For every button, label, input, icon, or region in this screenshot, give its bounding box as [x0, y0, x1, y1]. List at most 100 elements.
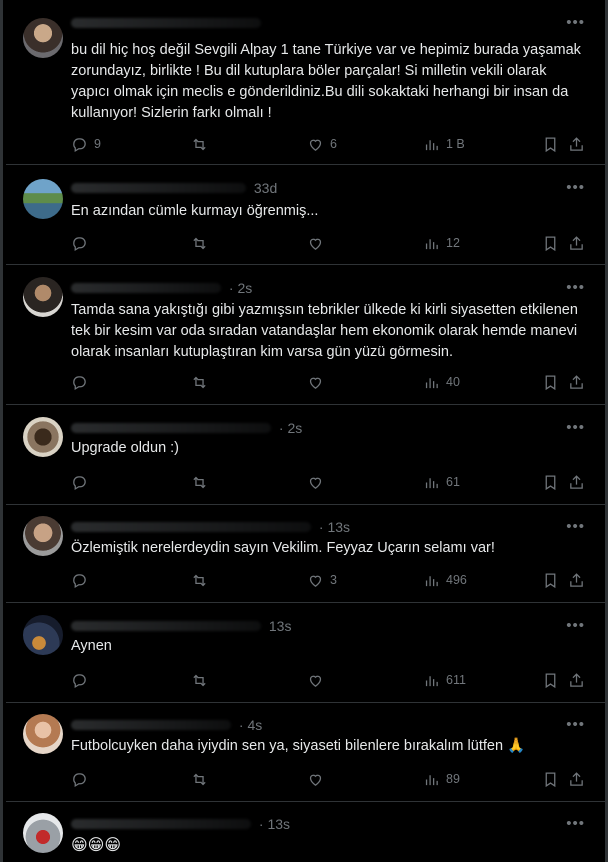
more-options-button[interactable]: •••	[566, 519, 585, 534]
reply-button[interactable]	[71, 670, 94, 690]
views-icon	[425, 774, 438, 785]
bookmark-button[interactable]	[542, 233, 559, 253]
tweet-time[interactable]: 33d	[254, 180, 277, 196]
tweet-time[interactable]: · 2s	[229, 280, 252, 296]
share-button[interactable]	[568, 472, 585, 492]
author-name-redacted	[71, 621, 261, 632]
share-button[interactable]	[568, 769, 585, 789]
reply-button[interactable]	[71, 769, 94, 789]
tweet-text: Tamda sana yakıştığı gibi yazmışsın tebr…	[71, 302, 578, 360]
like-button[interactable]: 6	[307, 134, 337, 154]
tweet-time[interactable]: · 13s	[319, 519, 350, 535]
more-options-button[interactable]: •••	[566, 15, 585, 30]
bookmark-icon	[545, 672, 556, 688]
share-button[interactable]	[568, 134, 585, 154]
more-options-button[interactable]: •••	[566, 816, 585, 831]
more-options-button[interactable]: •••	[566, 618, 585, 633]
bookmark-button[interactable]	[542, 769, 559, 789]
reply-tweet[interactable]: · 4s ••• Futbolcuyken daha iyiydin sen y…	[6, 703, 605, 802]
retweet-button[interactable]	[191, 134, 214, 154]
more-options-button[interactable]: •••	[566, 180, 585, 195]
tweet-text: Futbolcuyken daha iyiydin sen ya, siyase…	[71, 738, 526, 754]
share-icon	[570, 474, 583, 489]
retweet-button[interactable]	[191, 570, 214, 590]
more-options-button[interactable]: •••	[566, 280, 585, 295]
like-button[interactable]	[307, 769, 330, 789]
like-button[interactable]: 3	[307, 570, 337, 590]
tweet-header	[71, 14, 265, 32]
like-button[interactable]	[307, 472, 330, 492]
bookmark-button[interactable]	[542, 570, 559, 590]
share-button[interactable]	[568, 233, 585, 253]
reply-button[interactable]	[71, 472, 94, 492]
retweet-button[interactable]	[191, 670, 214, 690]
avatar[interactable]	[23, 417, 63, 457]
avatar[interactable]	[23, 18, 63, 58]
tweet-text: bu dil hiç hoş değil Sevgili Alpay 1 tan…	[71, 42, 581, 121]
share-button[interactable]	[568, 670, 585, 690]
reply-button[interactable]: 9	[71, 134, 101, 154]
views-icon	[425, 238, 438, 249]
reply-button[interactable]	[71, 233, 94, 253]
avatar[interactable]	[23, 277, 63, 317]
views-button[interactable]: 1 B	[423, 134, 465, 154]
avatar[interactable]	[23, 179, 63, 219]
retweet-icon	[193, 773, 206, 785]
like-button[interactable]	[307, 233, 330, 253]
like-icon	[309, 377, 322, 389]
bookmark-button[interactable]	[542, 472, 559, 492]
bookmark-button[interactable]	[542, 372, 559, 392]
avatar[interactable]	[23, 516, 63, 556]
retweet-button[interactable]	[191, 233, 214, 253]
tweet-time[interactable]: · 4s	[239, 717, 262, 733]
retweet-icon	[193, 237, 206, 249]
like-button[interactable]	[307, 670, 330, 690]
reply-tweet[interactable]: 13s ••• Aynen 611	[6, 603, 605, 703]
like-icon	[309, 774, 322, 786]
reply-tweet[interactable]: · 2s ••• Upgrade oldun :) 61	[6, 405, 605, 505]
views-icon	[425, 139, 438, 150]
views-button[interactable]: 496	[423, 570, 467, 590]
tweet-time[interactable]: 13s	[269, 618, 292, 634]
share-button[interactable]	[568, 570, 585, 590]
reply-tweet[interactable]: 33d ••• En azından cümle kurmayı öğrenmi…	[6, 165, 605, 265]
bookmark-icon	[545, 572, 556, 588]
reply-tweet[interactable]: · 2s ••• Tamda sana yakıştığı gibi yazmı…	[6, 265, 605, 405]
reply-icon	[73, 236, 86, 251]
like-icon	[309, 238, 322, 250]
tweet-actions: 3 496	[71, 570, 585, 590]
views-button[interactable]: 40	[423, 372, 460, 392]
reply-tweet[interactable]: ••• bu dil hiç hoş değil Sevgili Alpay 1…	[6, 0, 605, 165]
avatar[interactable]	[23, 714, 63, 754]
more-options-button[interactable]: •••	[566, 420, 585, 435]
author-name-redacted	[71, 819, 251, 830]
reply-icon	[73, 137, 86, 152]
reply-button[interactable]	[71, 570, 94, 590]
bookmark-icon	[545, 136, 556, 152]
reply-button[interactable]	[71, 372, 94, 392]
more-options-button[interactable]: •••	[566, 717, 585, 732]
reply-tweet[interactable]: · 13s ••• Özlemiştik nerelerdeydin sayın…	[6, 505, 605, 603]
views-button[interactable]: 89	[423, 769, 460, 789]
views-button[interactable]: 611	[423, 670, 466, 690]
tweet-actions: 89	[71, 769, 585, 789]
tweet-header: · 2s	[71, 279, 252, 297]
like-button[interactable]	[307, 372, 330, 392]
tweet-time[interactable]: · 13s	[259, 816, 290, 832]
share-icon	[570, 771, 583, 786]
views-button[interactable]: 12	[423, 233, 460, 253]
avatar[interactable]	[23, 615, 63, 655]
retweet-button[interactable]	[191, 372, 214, 392]
author-name-redacted	[71, 183, 246, 194]
retweet-button[interactable]	[191, 769, 214, 789]
avatar[interactable]	[23, 813, 63, 853]
reply-tweet[interactable]: · 13s ••• 😁😁😁	[6, 802, 605, 862]
bookmark-button[interactable]	[542, 670, 559, 690]
bookmark-button[interactable]	[542, 134, 559, 154]
like-count: 6	[330, 137, 337, 151]
retweet-button[interactable]	[191, 472, 214, 492]
share-button[interactable]	[568, 372, 585, 392]
tweet-time[interactable]: · 2s	[279, 420, 302, 436]
share-icon	[570, 672, 583, 687]
views-button[interactable]: 61	[423, 472, 460, 492]
